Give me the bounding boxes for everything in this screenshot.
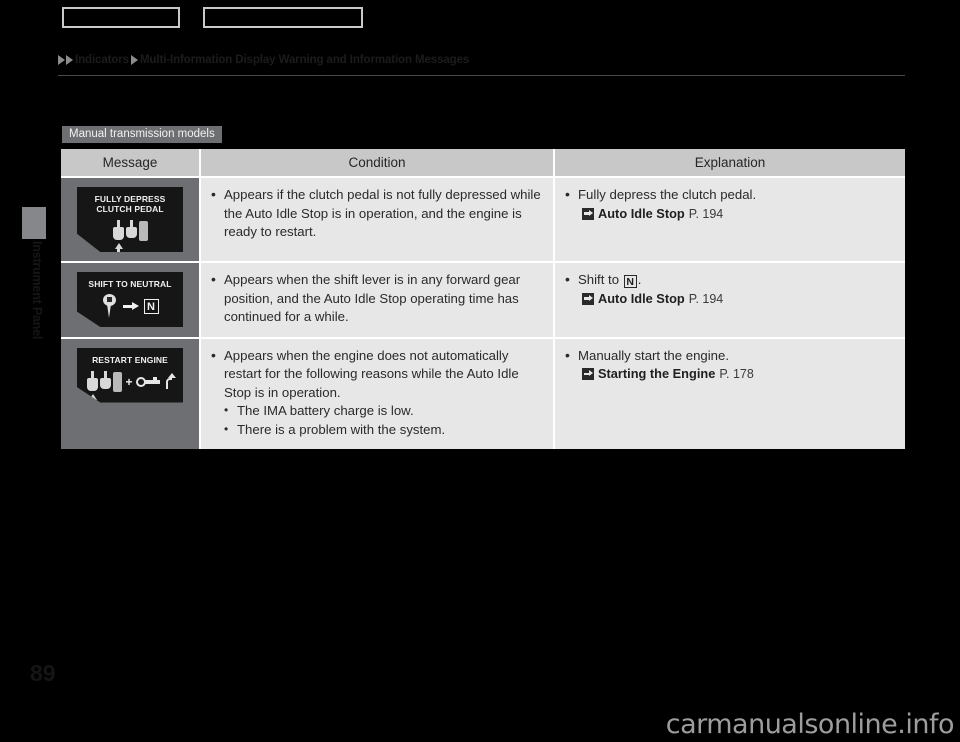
sidebar-tab-label: Instrument Panel <box>30 241 44 340</box>
cross-reference-title: Auto Idle Stop <box>598 290 685 306</box>
explanation-cell: Manually start the engine. Starting the … <box>554 336 905 449</box>
brake-pedal-icon <box>125 220 137 242</box>
jump-to-icon <box>582 207 594 220</box>
explanation-text: Fully depress the clutch pedal. <box>564 185 895 205</box>
explanation-text: Shift to N. <box>564 270 895 290</box>
brake-pedal-icon <box>100 370 112 393</box>
neutral-n-icon: N <box>143 298 159 314</box>
mid-display-icon-group <box>81 218 179 252</box>
clutch-pedal-pressed-icon <box>112 220 124 252</box>
page-number: 89 <box>30 660 56 686</box>
message-cell: RESTART ENGINE + <box>61 336 201 449</box>
chevron-right-icon <box>130 55 138 65</box>
neutral-n-icon: N <box>623 275 637 288</box>
right-arrow-icon <box>122 301 139 311</box>
explanation-cell: Fully depress the clutch pedal. Auto Idl… <box>554 176 905 262</box>
message-cell: SHIFT TO NEUTRAL N <box>61 261 201 338</box>
clutch-pedal-pressed-icon <box>87 370 99 403</box>
message-cell: FULLY DEPRESS CLUTCH PEDAL <box>61 176 201 262</box>
condition-subitem: The IMA battery charge is low. <box>224 401 543 421</box>
chevron-right-icon <box>58 55 65 65</box>
cross-reference-link[interactable]: Auto Idle Stop P. 194 <box>564 206 895 221</box>
condition-text: Appears when the engine does not automat… <box>210 346 543 403</box>
cross-reference-title: Starting the Engine <box>598 366 716 381</box>
column-header-explanation: Explanation <box>554 149 905 177</box>
breadcrumb-item-messages[interactable]: Multi-Information Display Warning and In… <box>140 54 469 66</box>
cross-reference-title: Auto Idle Stop <box>598 205 685 221</box>
condition-text: Appears if the clutch pedal is not fully… <box>210 185 543 242</box>
breadcrumb-divider <box>58 75 905 76</box>
condition-cell: Appears if the clutch pedal is not fully… <box>200 176 555 262</box>
plus-sign: + <box>125 374 133 389</box>
column-header-message: Message <box>61 149 201 177</box>
cross-reference-page: P. 194 <box>688 206 724 221</box>
cross-reference-link[interactable]: Starting the Engine P. 178 <box>564 366 895 381</box>
condition-text: Appears when the shift lever is in any f… <box>210 270 543 327</box>
cross-reference-page: P. 194 <box>688 291 724 306</box>
chevron-right-icon <box>66 55 73 65</box>
explanation-text-prefix: Shift to <box>578 272 623 287</box>
nav-button-next[interactable] <box>203 7 363 28</box>
mid-display-text: FULLY DEPRESS CLUTCH PEDAL <box>94 194 166 214</box>
messages-table: Message Condition Explanation FULLY DEPR… <box>61 149 905 449</box>
breadcrumb-item-indicators[interactable]: Indicators <box>75 54 129 66</box>
top-navigation-bar <box>0 4 960 30</box>
mid-display-graphic-fully-depress-clutch-pedal: FULLY DEPRESS CLUTCH PEDAL <box>77 187 183 252</box>
breadcrumb: Indicators Multi-Information Display War… <box>58 52 908 68</box>
condition-cell: Appears when the shift lever is in any f… <box>200 261 555 338</box>
condition-subitem: There is a problem with the system. <box>224 420 543 440</box>
table-row: RESTART ENGINE + • Appears when the engi… <box>61 336 905 449</box>
shift-lever-icon <box>102 294 118 318</box>
cross-reference-link[interactable]: Auto Idle Stop P. 194 <box>564 291 895 306</box>
jump-to-icon <box>582 368 594 380</box>
section-chip-manual-transmission: Manual transmission models <box>62 126 222 143</box>
mid-display-graphic-shift-to-neutral: SHIFT TO NEUTRAL N <box>77 272 183 327</box>
mid-display-graphic-restart-engine: RESTART ENGINE + <box>77 347 183 403</box>
jump-to-icon <box>582 292 594 305</box>
sidebar-tab-marker <box>22 207 46 239</box>
mid-display-text: RESTART ENGINE <box>92 354 168 365</box>
explanation-cell: Shift to N. Auto Idle Stop P. 194 <box>554 261 905 338</box>
nav-button-previous[interactable] <box>62 7 180 28</box>
watermark: carmanualsonline.info <box>665 709 955 740</box>
table-row: SHIFT TO NEUTRAL N • Appears when the sh… <box>61 261 905 338</box>
explanation-text-suffix: . <box>637 272 642 287</box>
turn-arrow-icon <box>165 372 176 390</box>
mid-display-text: SHIFT TO NEUTRAL <box>88 279 172 289</box>
mid-display-icon-group: N <box>81 293 179 319</box>
cross-reference-page: P. 178 <box>719 367 754 381</box>
accelerator-pedal-icon <box>113 371 123 392</box>
table-row: FULLY DEPRESS CLUTCH PEDAL • Appears if … <box>61 176 905 262</box>
explanation-text: Manually start the engine. <box>564 346 895 366</box>
column-header-condition: Condition <box>200 149 555 177</box>
table-header-row: Message Condition Explanation <box>61 149 905 177</box>
accelerator-pedal-icon <box>138 221 148 241</box>
condition-cell: Appears when the engine does not automat… <box>200 336 555 449</box>
ignition-key-turn-icon <box>135 376 162 388</box>
mid-display-icon-group: + <box>81 369 179 403</box>
